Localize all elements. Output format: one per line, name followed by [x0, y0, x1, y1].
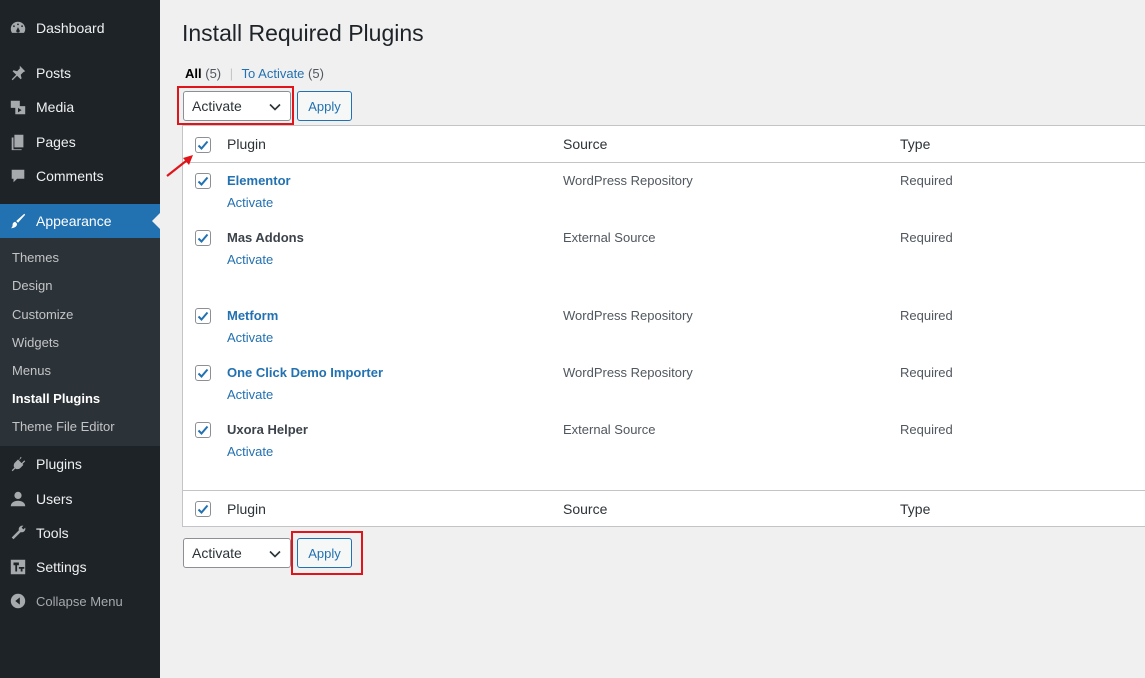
plugin-name-link[interactable]: Metform [227, 308, 278, 323]
bulk-action-select-bottom[interactable]: Activate [183, 538, 291, 568]
checkmark-icon [197, 504, 209, 514]
column-header-type[interactable]: Type [900, 136, 930, 152]
menu-tools[interactable]: Tools [0, 516, 160, 550]
plugin-source: WordPress Repository [563, 308, 693, 323]
submenu-widgets[interactable]: Widgets [12, 333, 59, 353]
plugin-name: Uxora Helper [227, 422, 308, 437]
activate-link[interactable]: Activate [227, 252, 273, 267]
activate-link[interactable]: Activate [227, 330, 273, 345]
submenu-install-plugins[interactable]: Install Plugins [12, 389, 100, 409]
column-footer-plugin[interactable]: Plugin [227, 501, 266, 517]
submenu-themes[interactable]: Themes [12, 248, 59, 268]
menu-label: Comments [36, 168, 104, 184]
activate-link[interactable]: Activate [227, 444, 273, 459]
menu-appearance[interactable]: Appearance [0, 204, 160, 238]
checkmark-icon [197, 140, 209, 150]
menu-media[interactable]: Media [0, 90, 160, 124]
plugin-name-link[interactable]: One Click Demo Importer [227, 365, 383, 380]
select-all-checkbox[interactable] [195, 137, 211, 153]
menu-label: Media [36, 99, 75, 115]
users-icon [0, 490, 36, 508]
highlight-box [291, 531, 363, 575]
filter-all-count: (5) [205, 66, 222, 81]
plug-icon [0, 455, 36, 473]
checkmark-icon [197, 311, 209, 321]
menu-dashboard[interactable]: Dashboard [0, 11, 160, 45]
media-icon [0, 98, 36, 116]
plugin-type: Required [900, 365, 953, 380]
paintbrush-icon [0, 212, 36, 230]
plugin-source: WordPress Repository [563, 365, 693, 380]
menu-posts[interactable]: Posts [0, 56, 160, 90]
table-header: Plugin Source Type [183, 126, 1145, 163]
checkmark-icon [197, 425, 209, 435]
menu-label: Users [36, 491, 73, 507]
checkmark-icon [197, 233, 209, 243]
menu-settings[interactable]: Settings [0, 550, 160, 584]
plugin-source: External Source [563, 230, 656, 245]
menu-label: Plugins [36, 456, 82, 472]
plugin-source: External Source [563, 422, 656, 437]
menu-label: Collapse Menu [36, 593, 123, 609]
activate-link[interactable]: Activate [227, 195, 273, 210]
dashboard-icon [0, 19, 36, 37]
bulk-action-value: Activate [192, 545, 242, 561]
menu-label: Posts [36, 65, 72, 81]
row-checkbox[interactable] [195, 230, 211, 246]
chevron-down-icon [269, 550, 281, 558]
plugin-type: Required [900, 422, 953, 437]
submenu-customize[interactable]: Customize [12, 305, 73, 325]
submenu-menus[interactable]: Menus [12, 361, 51, 381]
row-checkbox[interactable] [195, 422, 211, 438]
column-header-source[interactable]: Source [563, 136, 607, 152]
wrench-icon [0, 524, 36, 542]
menu-users[interactable]: Users [0, 482, 160, 516]
column-footer-type[interactable]: Type [900, 501, 930, 517]
activate-link[interactable]: Activate [227, 387, 273, 402]
comment-icon [0, 167, 36, 185]
collapse-icon [0, 592, 36, 610]
menu-comments[interactable]: Comments [0, 159, 160, 193]
checkmark-icon [197, 176, 209, 186]
table-footer: Plugin Source Type [183, 490, 1145, 527]
filter-all[interactable]: All [185, 66, 202, 81]
pages-icon [0, 133, 36, 151]
collapse-menu-button[interactable]: Collapse Menu [0, 584, 160, 618]
plugin-name: Mas Addons [227, 230, 304, 245]
menu-label: Dashboard [36, 20, 105, 36]
menu-label: Settings [36, 559, 87, 575]
filter-separator: | [229, 66, 234, 81]
view-filters: All (5) | To Activate (5) [185, 66, 324, 81]
annotation-arrow-icon [166, 155, 193, 177]
plugin-type: Required [900, 308, 953, 323]
plugin-source: WordPress Repository [563, 173, 693, 188]
submenu-design[interactable]: Design [12, 276, 52, 296]
checkmark-icon [197, 368, 209, 378]
page-title: Install Required Plugins [182, 20, 424, 46]
menu-plugins[interactable]: Plugins [0, 447, 160, 481]
filter-to-activate-count: (5) [308, 66, 324, 81]
row-checkbox[interactable] [195, 365, 211, 381]
plugin-name-link[interactable]: Elementor [227, 173, 291, 188]
menu-label: Pages [36, 134, 76, 150]
submenu-theme-file-editor[interactable]: Theme File Editor [12, 417, 115, 437]
column-header-plugin[interactable]: Plugin [227, 136, 266, 152]
plugin-type: Required [900, 230, 953, 245]
menu-label: Appearance [36, 213, 112, 229]
menu-pages[interactable]: Pages [0, 125, 160, 159]
apply-button-top[interactable]: Apply [297, 91, 352, 121]
admin-sidebar: Dashboard Posts Media Pages Comments App… [0, 0, 160, 678]
settings-icon [0, 558, 36, 576]
filter-to-activate[interactable]: To Activate [242, 66, 305, 81]
pushpin-icon [0, 64, 36, 82]
menu-label: Tools [36, 525, 69, 541]
column-footer-source[interactable]: Source [563, 501, 607, 517]
appearance-submenu: Themes Design Customize Widgets Menus In… [0, 238, 160, 446]
highlight-box [177, 86, 294, 125]
plugin-type: Required [900, 173, 953, 188]
row-checkbox[interactable] [195, 308, 211, 324]
plugins-table: Plugin Source Type Elementor Activate Wo… [182, 125, 1145, 527]
row-checkbox[interactable] [195, 173, 211, 189]
select-all-checkbox-footer[interactable] [195, 501, 211, 517]
